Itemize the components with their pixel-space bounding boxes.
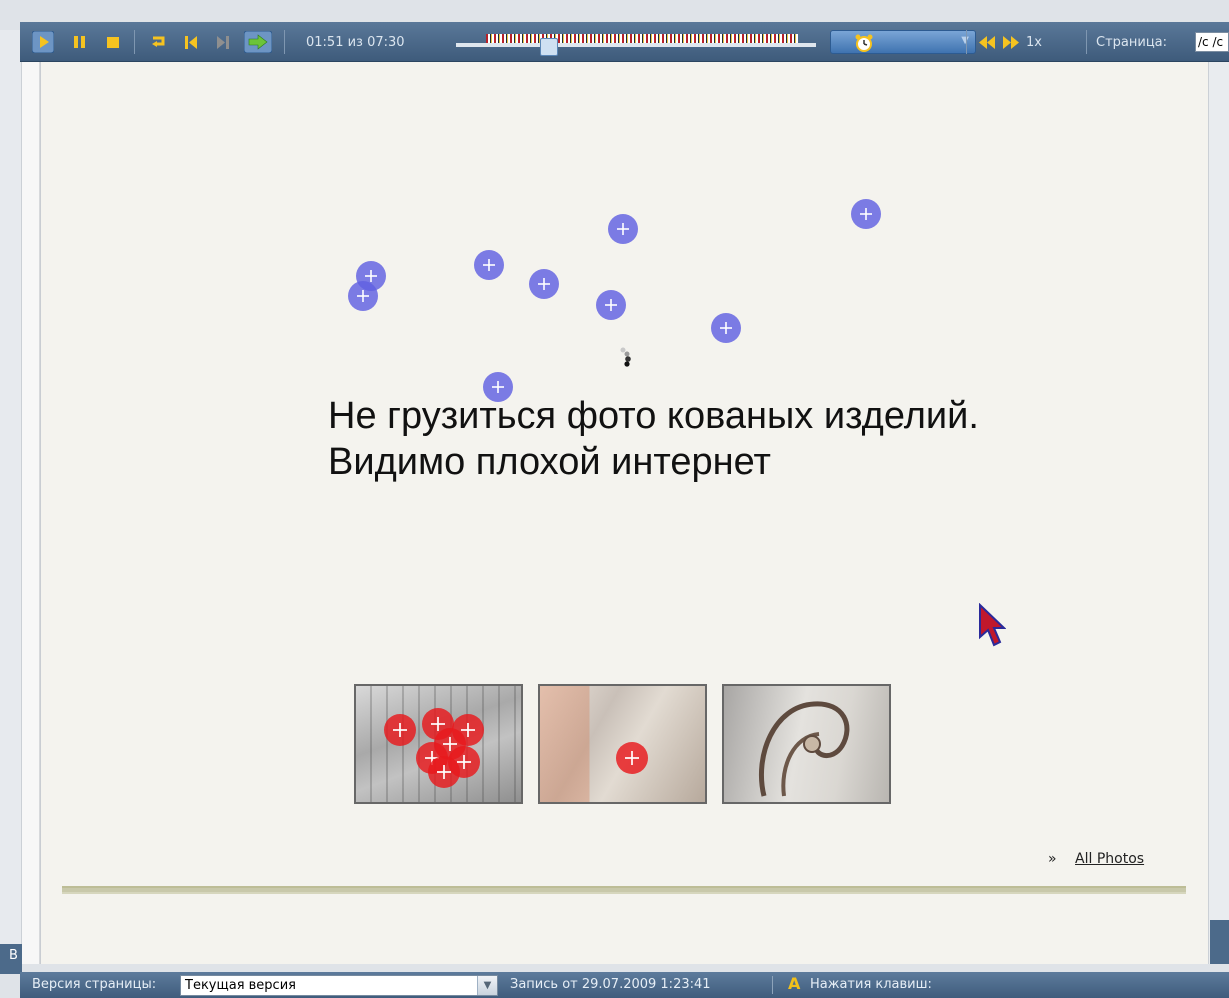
speed-readout: 1x: [1026, 35, 1042, 50]
page-url-field[interactable]: /c /c: [1195, 32, 1229, 52]
keys-label: Нажатия клавиш:: [810, 977, 932, 992]
rewind-icon[interactable]: [976, 31, 998, 53]
more-glyph: »: [1048, 851, 1057, 867]
repeat-icon[interactable]: [148, 31, 170, 53]
status-bar: Версия страницы: Текущая версия ▼ Запись…: [20, 972, 1229, 998]
click-marker: [384, 714, 416, 746]
version-dropdown[interactable]: Текущая версия ▼: [180, 975, 498, 996]
skip-back-icon[interactable]: [180, 31, 202, 53]
left-panel: [0, 30, 22, 970]
photo-thumbnail-2[interactable]: [538, 684, 707, 804]
photo-thumbnail-1[interactable]: [354, 684, 523, 804]
click-marker: [474, 250, 504, 280]
click-marker: [428, 756, 460, 788]
recorded-page: [40, 62, 1208, 964]
speed-dropdown[interactable]: ▼: [830, 30, 976, 54]
annotation-line-2: Видимо плохой интернет: [328, 441, 771, 483]
left-gutter: [22, 62, 40, 964]
right-scrollbar[interactable]: [1208, 62, 1229, 964]
dropdown-arrow-icon: ▼: [477, 976, 497, 995]
recorded-timestamp: Запись от 29.07.2009 1:23:41: [510, 977, 711, 992]
skip-forward-icon[interactable]: [212, 31, 234, 53]
left-bottom-tab: В: [0, 944, 22, 974]
play-icon[interactable]: [32, 31, 54, 53]
annotation-line-1: Не грузиться фото кованых изделий.: [328, 395, 979, 437]
loading-icon: [620, 347, 631, 367]
toolbar-separator: [966, 30, 967, 54]
click-marker: [711, 313, 741, 343]
photo-texture: [758, 701, 850, 797]
keyboard-icon: A: [788, 974, 801, 993]
fast-forward-icon[interactable]: [1000, 31, 1022, 53]
alarm-icon: [855, 34, 873, 52]
all-photos-link[interactable]: All Photos: [1075, 851, 1144, 867]
pause-icon[interactable]: [68, 31, 90, 53]
status-separator: [772, 976, 773, 994]
timeline-track: [456, 43, 816, 47]
click-marker: [616, 742, 648, 774]
all-photos-link-row: » All Photos: [1048, 851, 1144, 867]
timeline-thumb[interactable]: [540, 38, 558, 56]
click-marker: [608, 214, 638, 244]
version-label: Версия страницы:: [32, 977, 157, 992]
click-marker: [529, 269, 559, 299]
annotation-text: Не грузиться фото кованых изделий. Видим…: [328, 393, 979, 485]
player-window: В 01:51 из 07:30 1x Страница: /c /c Не г…: [0, 0, 1229, 998]
click-marker: [348, 281, 378, 311]
cursor-icon: [979, 603, 1006, 647]
divider: [62, 886, 1186, 894]
next-arrow-icon[interactable]: [244, 31, 272, 53]
toolbar-separator: [284, 30, 285, 54]
toolbar-separator: [1086, 30, 1087, 54]
stop-icon[interactable]: [102, 31, 124, 53]
time-readout: 01:51 из 07:30: [306, 35, 405, 50]
right-bottom-tab: [1210, 920, 1229, 964]
page-label: Страница:: [1096, 35, 1168, 50]
toolbar-separator: [134, 30, 135, 54]
timeline-slider[interactable]: [456, 34, 816, 56]
photo-thumbnail-3[interactable]: [722, 684, 891, 804]
player-toolbar: 01:51 из 07:30 ▼ 1x Страница: /c /c: [20, 22, 1229, 62]
click-marker: [596, 290, 626, 320]
click-marker: [851, 199, 881, 229]
version-value: Текущая версия: [185, 978, 296, 993]
